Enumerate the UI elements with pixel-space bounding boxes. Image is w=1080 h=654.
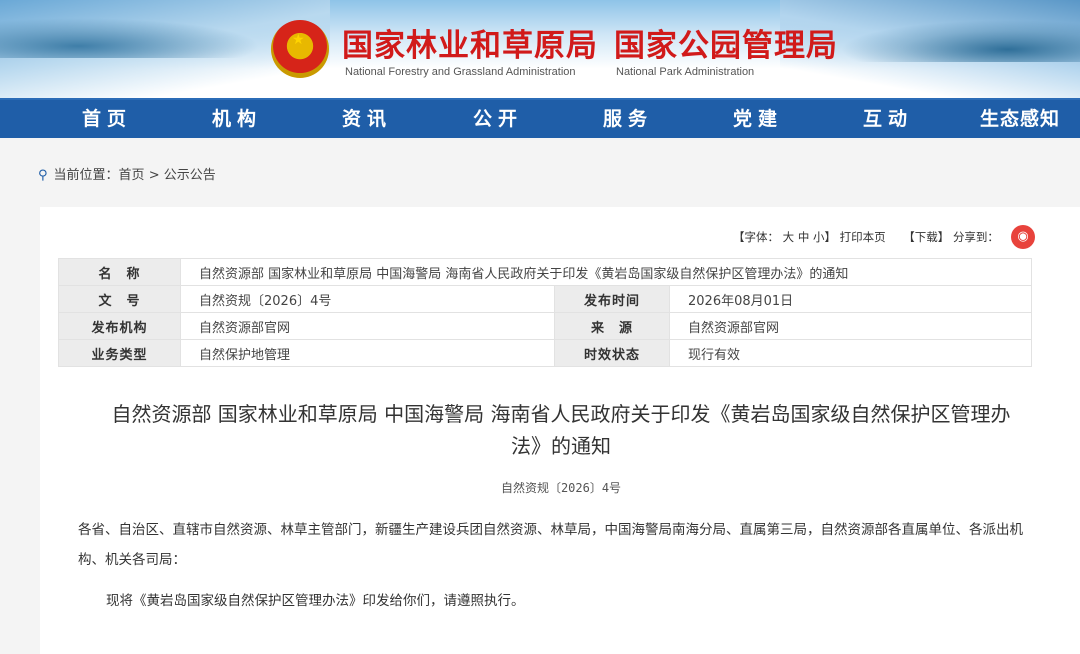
article-title: 自然资源部 国家林业和草原局 中国海警局 海南省人民政府关于印发《黄岩岛国家级自… — [88, 398, 1034, 462]
article-title-line1: 自然资源部 国家林业和草原局 中国海警局 海南省人民政府关于印发《黄岩岛国家级自… — [111, 402, 1011, 426]
nav-item-services[interactable]: 服务 — [585, 100, 671, 138]
article-title-line2: 法》的通知 — [511, 434, 611, 458]
meta-status-value: 现行有效 — [669, 339, 1032, 367]
font-size-label: 【字体： — [733, 230, 779, 244]
nav-item-organization[interactable]: 机构 — [194, 100, 280, 138]
share-label: 分享到： — [952, 230, 999, 244]
breadcrumb-separator: > — [144, 168, 164, 183]
breadcrumb-home-link[interactable]: 首页 — [119, 168, 145, 183]
nav-item-home[interactable]: 首页 — [64, 100, 150, 138]
nav-item-disclosure[interactable]: 公开 — [455, 100, 541, 138]
article-tools: 【字体： 大 中 小】 打印本页 【下载】 分享到： — [733, 229, 999, 245]
meta-source-label: 来 源 — [554, 312, 670, 340]
meta-date-label: 发布时间 — [554, 285, 670, 313]
article-docno: 自然资规〔2026〕4号 — [500, 481, 622, 495]
org1-logo-cn[interactable]: 国家林业和草原局 — [342, 20, 598, 65]
nav-item-eco-perception[interactable]: 生态感知 — [970, 100, 1070, 138]
meta-issuer-value: 自然资源部官网 — [180, 312, 555, 340]
nav-item-news[interactable]: 资讯 — [324, 100, 410, 138]
meta-name-value: 自然资源部 国家林业和草原局 中国海警局 海南省人民政府关于印发《黄岩岛国家级自… — [180, 258, 1032, 286]
meta-docno-label: 文 号 — [58, 285, 181, 313]
font-medium-button[interactable]: 中 — [798, 230, 810, 244]
site-header: ★ 国家林业和草原局 National Forestry and Grassla… — [0, 0, 1080, 98]
font-large-button[interactable]: 大 — [783, 230, 795, 244]
main-nav: 首页 机构 资讯 公开 服务 党建 互动 生态感知 — [0, 98, 1080, 138]
org1-logo-en: National Forestry and Grassland Administ… — [345, 66, 576, 78]
nav-item-interaction[interactable]: 互动 — [845, 100, 931, 138]
meta-source-value: 自然资源部官网 — [669, 312, 1032, 340]
org2-logo-cn[interactable]: 国家公园管理局 — [614, 20, 838, 65]
nav-item-party[interactable]: 党建 — [715, 100, 801, 138]
font-size-close: 】 — [824, 230, 836, 244]
breadcrumb-current[interactable]: 公示公告 — [164, 168, 216, 183]
meta-issuer-label: 发布机构 — [58, 312, 181, 340]
national-emblem-icon[interactable]: ★ — [271, 20, 329, 78]
weibo-share-icon[interactable]: ◉ — [1011, 225, 1035, 249]
meta-docno-value: 自然资规〔2026〕4号 — [180, 285, 555, 313]
meta-status-label: 时效状态 — [554, 339, 670, 367]
meta-date-value: 2026年08月01日 — [669, 285, 1032, 313]
org2-logo-en: National Park Administration — [616, 66, 755, 78]
article-paragraph-body: 现将《黄岩岛国家级自然保护区管理办法》印发给你们，请遵照执行。 — [106, 593, 525, 609]
print-button[interactable]: 打印本页 — [840, 230, 886, 244]
breadcrumb: ⚲ 当前位置：首页 > 公示公告 — [38, 164, 216, 183]
breadcrumb-prefix: 当前位置： — [53, 168, 119, 183]
article-paragraph-addressees: 各省、自治区、直辖市自然资源、林草主管部门，新疆生产建设兵团自然资源、林草局，中… — [78, 522, 1023, 568]
meta-name-label: 名 称 — [58, 258, 181, 286]
meta-type-label: 业务类型 — [58, 339, 181, 367]
download-button[interactable]: 【下载】 — [903, 230, 949, 244]
font-small-button[interactable]: 小 — [813, 230, 825, 244]
meta-type-value: 自然保护地管理 — [180, 339, 555, 367]
location-pin-icon: ⚲ — [38, 168, 48, 183]
document-meta-table: 名 称 自然资源部 国家林业和草原局 中国海警局 海南省人民政府关于印发《黄岩岛… — [58, 258, 1032, 367]
